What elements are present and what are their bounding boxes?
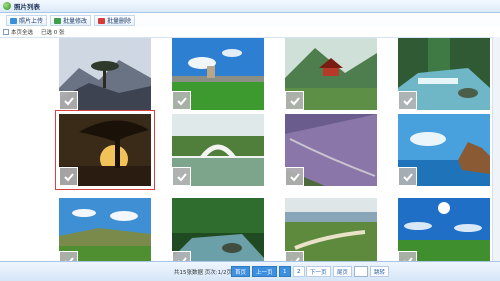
upload-label: 照片上传: [19, 18, 44, 25]
vertical-scrollbar[interactable]: [492, 37, 500, 261]
delete-icon: [98, 17, 106, 24]
app-icon: [3, 2, 11, 10]
checkmark-icon: [402, 96, 413, 105]
go-button[interactable]: 跳转: [370, 266, 390, 277]
photo-checkbox[interactable]: [285, 167, 304, 186]
photo-item[interactable]: [285, 38, 377, 110]
page-number-input[interactable]: [354, 266, 368, 277]
batch-edit-button[interactable]: 批量修改: [50, 15, 92, 26]
window-title: 照片列表: [14, 3, 40, 11]
photo-item[interactable]: [285, 198, 377, 261]
selection-bar: 本页全选 已选 0 张: [0, 27, 500, 37]
photo-checkbox[interactable]: [398, 167, 417, 186]
checkmark-icon: [402, 172, 413, 181]
photo-grid: [0, 37, 500, 261]
first-page-button[interactable]: 首页: [231, 266, 251, 277]
selected-count: 已选 0 张: [41, 30, 65, 36]
photo-checkbox[interactable]: [172, 91, 191, 110]
photo-item[interactable]: [55, 110, 155, 190]
upload-icon: [10, 17, 17, 24]
photo-item[interactable]: [172, 198, 264, 261]
photo-checkbox[interactable]: [285, 91, 304, 110]
photo-item[interactable]: [172, 114, 264, 186]
photo-item[interactable]: [398, 198, 490, 261]
page-2-button[interactable]: 2: [293, 266, 305, 277]
photo-item[interactable]: [59, 198, 151, 261]
photo-checkbox[interactable]: [172, 167, 191, 186]
pagination-bar: 共15张数据 页次:1/2页 首页 上一页 1 2 下一页 尾页 跳转: [0, 261, 500, 281]
prev-page-button[interactable]: 上一页: [252, 266, 277, 277]
toolbar: 照片上传 批量修改 批量删除: [0, 14, 500, 27]
photo-checkbox[interactable]: [398, 91, 417, 110]
photo-checkbox[interactable]: [59, 91, 78, 110]
batch-delete-label: 批量删除: [107, 18, 132, 25]
photo-item[interactable]: [172, 38, 264, 110]
select-page-label[interactable]: 本页全选: [11, 28, 33, 36]
upload-photo-button[interactable]: 照片上传: [6, 15, 48, 26]
photo-checkbox[interactable]: [59, 251, 78, 261]
photo-item[interactable]: [398, 38, 490, 110]
batch-edit-label: 批量修改: [63, 18, 88, 25]
photo-item[interactable]: [59, 38, 151, 110]
batch-delete-button[interactable]: 批量删除: [94, 15, 136, 26]
photo-checkbox[interactable]: [59, 167, 78, 186]
checkmark-icon: [63, 172, 74, 181]
next-page-button[interactable]: 下一页: [306, 266, 331, 277]
checkmark-icon: [289, 96, 300, 105]
photo-checkbox[interactable]: [398, 251, 417, 261]
photo-checkbox[interactable]: [285, 251, 304, 261]
select-page-checkbox[interactable]: [3, 29, 9, 35]
checkmark-icon: [289, 172, 300, 181]
checkmark-icon: [176, 172, 187, 181]
pager-info: 共15张数据 页次:1/2页: [174, 270, 232, 276]
checkmark-icon: [176, 96, 187, 105]
last-page-button[interactable]: 尾页: [333, 266, 353, 277]
photo-checkbox[interactable]: [172, 251, 191, 261]
photo-item[interactable]: [285, 114, 377, 186]
edit-icon: [54, 17, 62, 24]
photo-item[interactable]: [398, 114, 490, 186]
title-bar: 照片列表: [0, 0, 500, 13]
checkmark-icon: [63, 96, 74, 105]
page-1-button[interactable]: 1: [279, 266, 291, 277]
